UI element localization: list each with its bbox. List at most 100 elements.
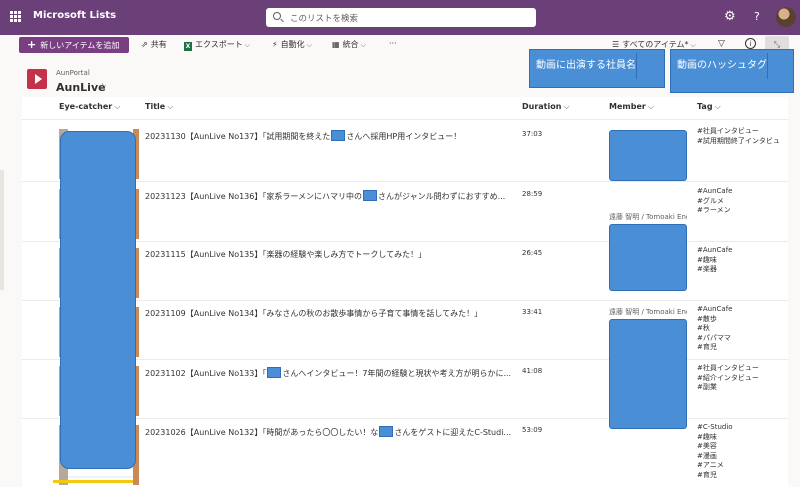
integrate-icon: ▦ bbox=[332, 40, 340, 49]
member-cell[interactable]: 遠藤 智明 / Tomoaki Endo bbox=[609, 307, 687, 317]
annotation-member: 動画に出演する社員名 bbox=[529, 49, 665, 88]
tag: #社員インタビュー bbox=[697, 127, 759, 135]
site-name[interactable]: AunPortal bbox=[56, 69, 90, 77]
column-label: Eye-catcher bbox=[59, 102, 113, 111]
integrate-label: 統合 bbox=[342, 40, 359, 49]
redaction-box bbox=[331, 130, 346, 141]
title-text: さんへ採用HP用インタビュー！ bbox=[346, 132, 462, 141]
export-label: エクスポート bbox=[195, 40, 243, 49]
favorite-star-icon[interactable]: ☆ bbox=[98, 82, 107, 93]
share-label: 共有 bbox=[150, 40, 167, 49]
integrate-button[interactable]: ▦ 統合 ⌵ bbox=[332, 39, 366, 50]
tag: #社員インタビュー bbox=[697, 364, 759, 372]
app-launcher-icon[interactable] bbox=[10, 11, 21, 22]
vertical-scrollbar[interactable] bbox=[790, 97, 800, 487]
annotation-tag: 動画のハッシュタグ bbox=[670, 49, 794, 93]
search-input[interactable]: このリストを検索 bbox=[266, 8, 536, 27]
automate-icon: ⚡ bbox=[272, 40, 278, 49]
info-icon[interactable]: i bbox=[745, 38, 756, 49]
help-icon[interactable]: ? bbox=[754, 10, 760, 23]
tag: #アニメ bbox=[697, 461, 724, 469]
tag-cell: #社員インタビュー #紹介インタビュー #副業 bbox=[697, 364, 759, 393]
duration-cell: 33:41 bbox=[522, 308, 543, 316]
title-cell[interactable]: 20231130【AunLive No137】「試用期間を終えた さんへ採用HP用… bbox=[145, 130, 513, 142]
tag: #紹介インタビュー bbox=[697, 373, 759, 382]
column-header-duration[interactable]: Duration ⌵ bbox=[522, 102, 570, 112]
member-redaction bbox=[609, 319, 687, 429]
tag: #秋 bbox=[697, 324, 710, 332]
duration-cell: 37:03 bbox=[522, 130, 543, 138]
tag: #副業 bbox=[697, 383, 717, 391]
thumbnail-accent bbox=[53, 480, 133, 483]
filter-icon[interactable]: ▽ bbox=[718, 39, 725, 49]
more-button[interactable]: ··· bbox=[389, 39, 397, 48]
annotation-label: 動画に出演する社員名 bbox=[536, 60, 636, 71]
chevron-down-icon: ⌵ bbox=[360, 41, 366, 49]
duration-cell: 28:59 bbox=[522, 190, 543, 198]
table-row[interactable]: 20231026【AunLive No132】「時間があったら〇〇したい！な さん… bbox=[22, 419, 788, 487]
duration-cell: 26:45 bbox=[522, 249, 543, 257]
column-header-title[interactable]: Title ⌵ bbox=[145, 102, 173, 112]
share-icon: ⇗ bbox=[141, 40, 148, 49]
automate-button[interactable]: ⚡ 自動化 ⌵ bbox=[272, 39, 312, 50]
tag: #試用期間終了インタビュ bbox=[697, 136, 780, 145]
column-header-eyecatcher[interactable]: Eye-catcher ⌵ bbox=[59, 102, 120, 112]
tag: #漫画 bbox=[697, 451, 717, 460]
column-header-member[interactable]: Member ⌵ bbox=[609, 102, 654, 112]
new-item-label: 新しいアイテムを追加 bbox=[40, 41, 120, 50]
redaction-box bbox=[363, 190, 378, 201]
chevron-down-icon: ⌵ bbox=[167, 102, 174, 111]
redaction-box bbox=[267, 367, 282, 378]
title-cell[interactable]: 20231115【AunLive No135】「楽器の経験や楽しみ方でトークして… bbox=[145, 249, 513, 260]
app-name[interactable]: Microsoft Lists bbox=[33, 10, 116, 21]
tag-cell: #AunCafe #グルメ #ラーメン bbox=[697, 187, 732, 216]
new-item-button[interactable]: + 新しいアイテムを追加 bbox=[19, 37, 129, 53]
member-cell[interactable]: 遠藤 智明 / Tomoaki Endo bbox=[609, 212, 687, 222]
export-button[interactable]: X エクスポート ⌵ bbox=[184, 39, 250, 51]
search-placeholder: このリストを検索 bbox=[290, 14, 359, 24]
avatar[interactable] bbox=[776, 7, 796, 27]
column-label: Duration bbox=[522, 102, 562, 111]
member-redaction bbox=[609, 224, 687, 291]
title-text: 20231109【AunLive No134】「みなさんの秋のお散歩事情から子育… bbox=[145, 309, 483, 318]
tag-cell: #C-Studio #趣味 #美容 #漫画 #アニメ #育児 bbox=[697, 423, 733, 480]
title-text: 20231115【AunLive No135】「楽器の経験や楽しみ方でトークして… bbox=[145, 250, 427, 259]
title-text: 20231026【AunLive No132】「時間があったら〇〇したい！な bbox=[145, 428, 379, 437]
view-label: すべてのアイテム* bbox=[622, 40, 689, 49]
duration-cell: 41:08 bbox=[522, 367, 543, 375]
share-button[interactable]: ⇗ 共有 bbox=[141, 39, 167, 50]
header-divider bbox=[22, 119, 788, 120]
title-cell[interactable]: 20231102【AunLive No133】「 さんへインタビュー！7年間の経験… bbox=[145, 367, 513, 379]
list-logo-icon bbox=[27, 69, 47, 89]
chevron-down-icon: ⌵ bbox=[306, 41, 312, 49]
title-cell[interactable]: 20231109【AunLive No134】「みなさんの秋のお散歩事情から子育… bbox=[145, 308, 513, 319]
column-header-tag[interactable]: Tag ⌵ bbox=[697, 102, 721, 112]
search-icon bbox=[273, 12, 281, 20]
tag: #AunCafe bbox=[697, 305, 733, 313]
plus-icon: + bbox=[27, 38, 37, 51]
chevron-down-icon: ⌵ bbox=[647, 102, 654, 111]
duration-cell: 53:09 bbox=[522, 426, 543, 434]
chevron-down-icon: ⌵ bbox=[114, 102, 121, 111]
tag: #育児 bbox=[697, 343, 717, 351]
tag-cell: #社員インタビュー #試用期間終了インタビュ bbox=[697, 127, 780, 146]
title-text: 20231130【AunLive No137】「試用期間を終えた bbox=[145, 132, 331, 141]
automate-label: 自動化 bbox=[280, 40, 305, 49]
title-text: さんがジャンル問わずにおすすめ... bbox=[378, 192, 506, 201]
title-text: 20231123【AunLive No136】「家系ラーメンにハマリ中の bbox=[145, 192, 363, 201]
column-label: Title bbox=[145, 102, 166, 111]
tag: #楽器 bbox=[697, 265, 717, 273]
tag: #趣味 bbox=[697, 255, 717, 264]
column-label: Tag bbox=[697, 102, 713, 111]
title-text: 20231102【AunLive No133】「 bbox=[145, 369, 267, 378]
gear-icon[interactable]: ⚙ bbox=[724, 9, 736, 24]
suite-header: Microsoft Lists このリストを検索 ⚙ ? bbox=[0, 0, 800, 35]
title-cell[interactable]: 20231123【AunLive No136】「家系ラーメンにハマリ中の さんがジ… bbox=[145, 190, 513, 202]
tag: #ラーメン bbox=[697, 206, 731, 214]
chevron-down-icon: ⌵ bbox=[244, 41, 251, 49]
title-cell[interactable]: 20231026【AunLive No132】「時間があったら〇〇したい！な さん… bbox=[145, 426, 513, 438]
chevron-down-icon: ⌵ bbox=[563, 102, 570, 111]
tag: #パパママ bbox=[697, 333, 731, 342]
tag-cell: #AunCafe #散歩 #秋 #パパママ #育児 bbox=[697, 305, 732, 353]
annotation-label: 動画のハッシュタグ bbox=[677, 60, 767, 71]
